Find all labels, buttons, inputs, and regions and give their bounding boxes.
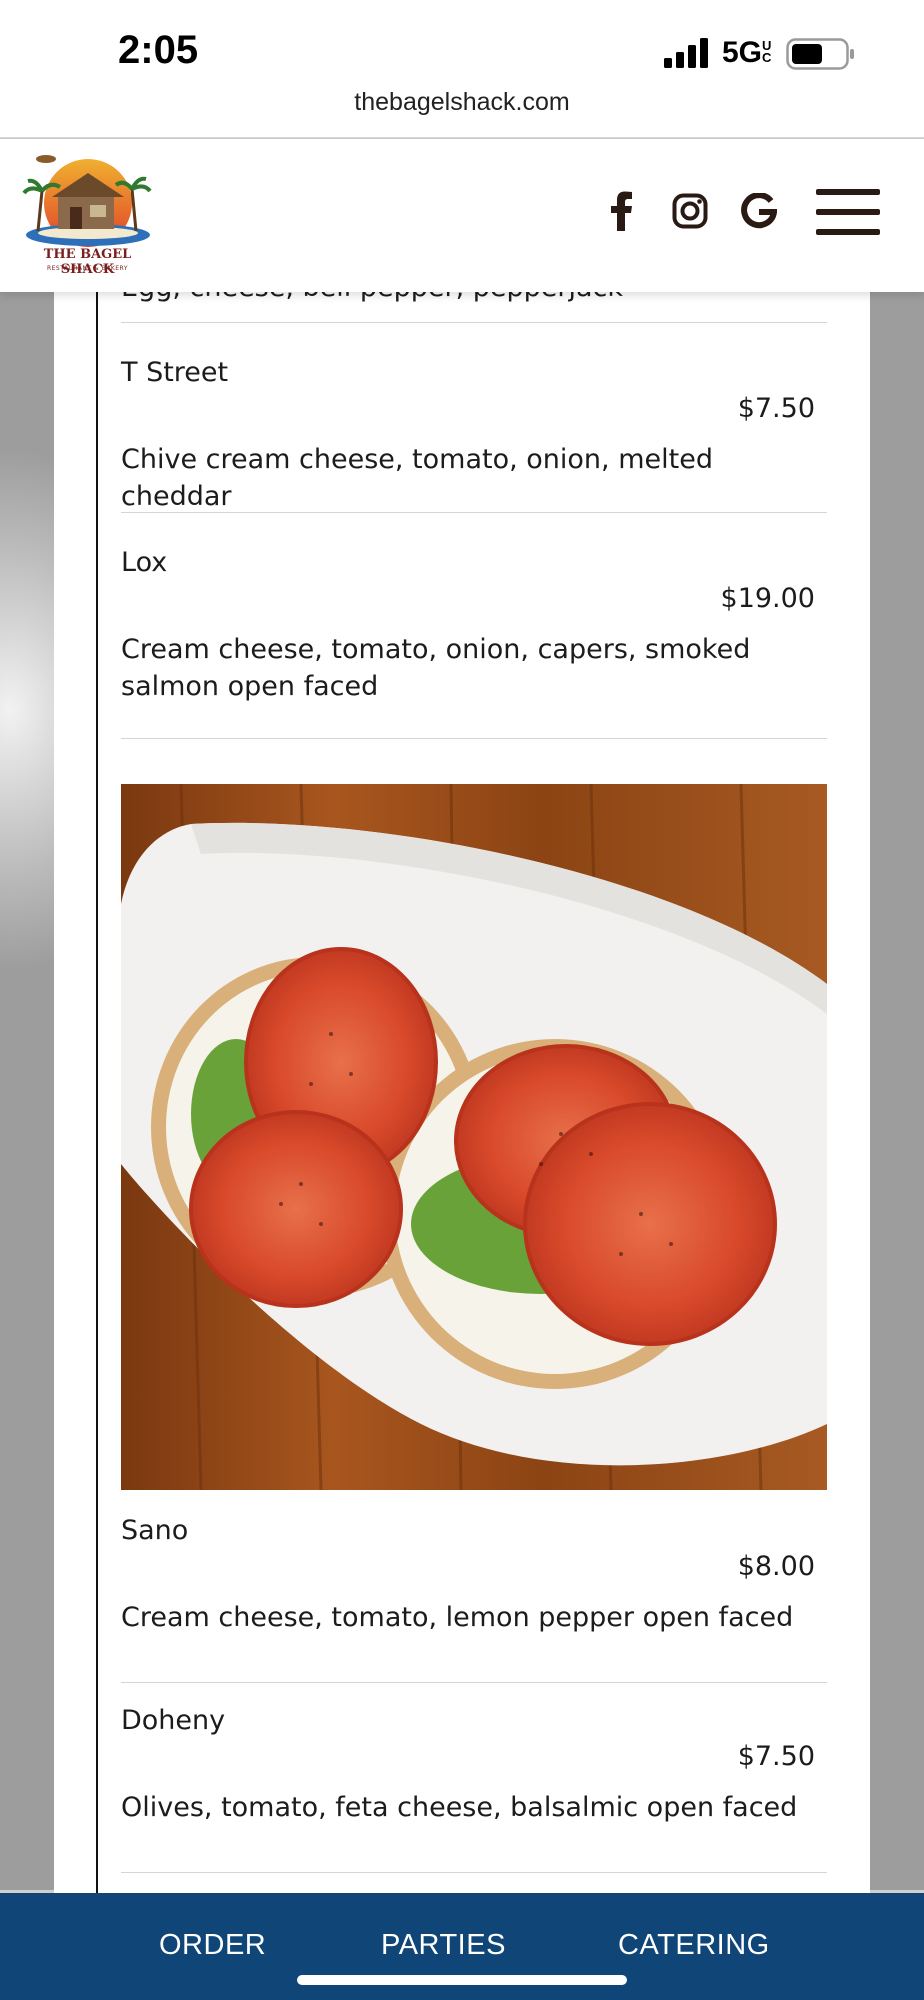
home-indicator[interactable]	[297, 1975, 627, 1985]
menu-item-name: Doheny	[121, 1705, 226, 1736]
menu-item-description: Chive cream cheese, tomato, onion, melte…	[121, 444, 713, 512]
google-icon[interactable]	[737, 189, 781, 233]
facebook-icon[interactable]	[599, 189, 643, 233]
network-suffix: UC	[762, 38, 772, 65]
logo-illustration	[22, 155, 152, 247]
status-bar: 2:05 5GUC thebagelshack.com	[0, 0, 924, 138]
battery-icon	[786, 38, 854, 70]
menu-item[interactable]: Lox $19.00 Cream cheese, tomato, onion, …	[121, 513, 827, 739]
menu-item[interactable]: Sano $8.00 Cream cheese, tomato, lemon p…	[121, 1493, 827, 1683]
nav-order-link[interactable]: ORDER	[159, 1929, 266, 1962]
menu-item[interactable]: Doheny $7.50 Olives, tomato, feta cheese…	[121, 1683, 827, 1873]
menu-item-name: Sano	[121, 1515, 189, 1546]
menu-item-price: $7.50	[737, 393, 815, 424]
bagel-tomato-photo	[121, 784, 827, 1490]
menu-item-name: T Street	[121, 357, 229, 388]
nav-parties-link[interactable]: PARTIES	[381, 1929, 506, 1962]
nav-catering-link[interactable]: CATERING	[618, 1929, 770, 1962]
logo-subtext: RESTAURANT & BAKERY	[46, 265, 129, 272]
menu-card: Egg, cheese, bell pepper, pepperjack T S…	[54, 272, 870, 1895]
menu-item-name: Lox	[121, 547, 168, 578]
hamburger-menu-icon[interactable]	[816, 189, 880, 235]
menu-item-description: Cream cheese, tomato, lemon pepper open …	[121, 1602, 794, 1633]
card-divider-line	[96, 290, 98, 1895]
site-logo[interactable]: THE BAGEL SHACK RESTAURANT & BAKERY	[20, 151, 155, 281]
menu-item-description: Cream cheese, tomato, onion, capers, smo…	[121, 634, 751, 702]
logo-text: THE BAGEL SHACK	[43, 247, 132, 277]
site-header: THE BAGEL SHACK RESTAURANT & BAKERY	[0, 139, 924, 292]
network-label: 5G	[722, 36, 763, 69]
menu-item-price: $19.00	[720, 583, 815, 614]
cellular-signal-icon	[664, 38, 708, 68]
bottom-nav: ORDER PARTIES CATERING	[0, 1893, 924, 2000]
menu-item-price: $8.00	[737, 1551, 815, 1582]
address-bar-url[interactable]: thebagelshack.com	[0, 88, 924, 117]
status-time: 2:05	[118, 28, 199, 72]
menu-item-description: Olives, tomato, feta cheese, balsalmic o…	[121, 1792, 798, 1823]
menu-item[interactable]: T Street $7.50 Chive cream cheese, tomat…	[121, 323, 827, 513]
menu-item-price: $7.50	[737, 1741, 815, 1772]
instagram-icon[interactable]	[668, 189, 712, 233]
network-type: 5GUC	[722, 36, 772, 70]
